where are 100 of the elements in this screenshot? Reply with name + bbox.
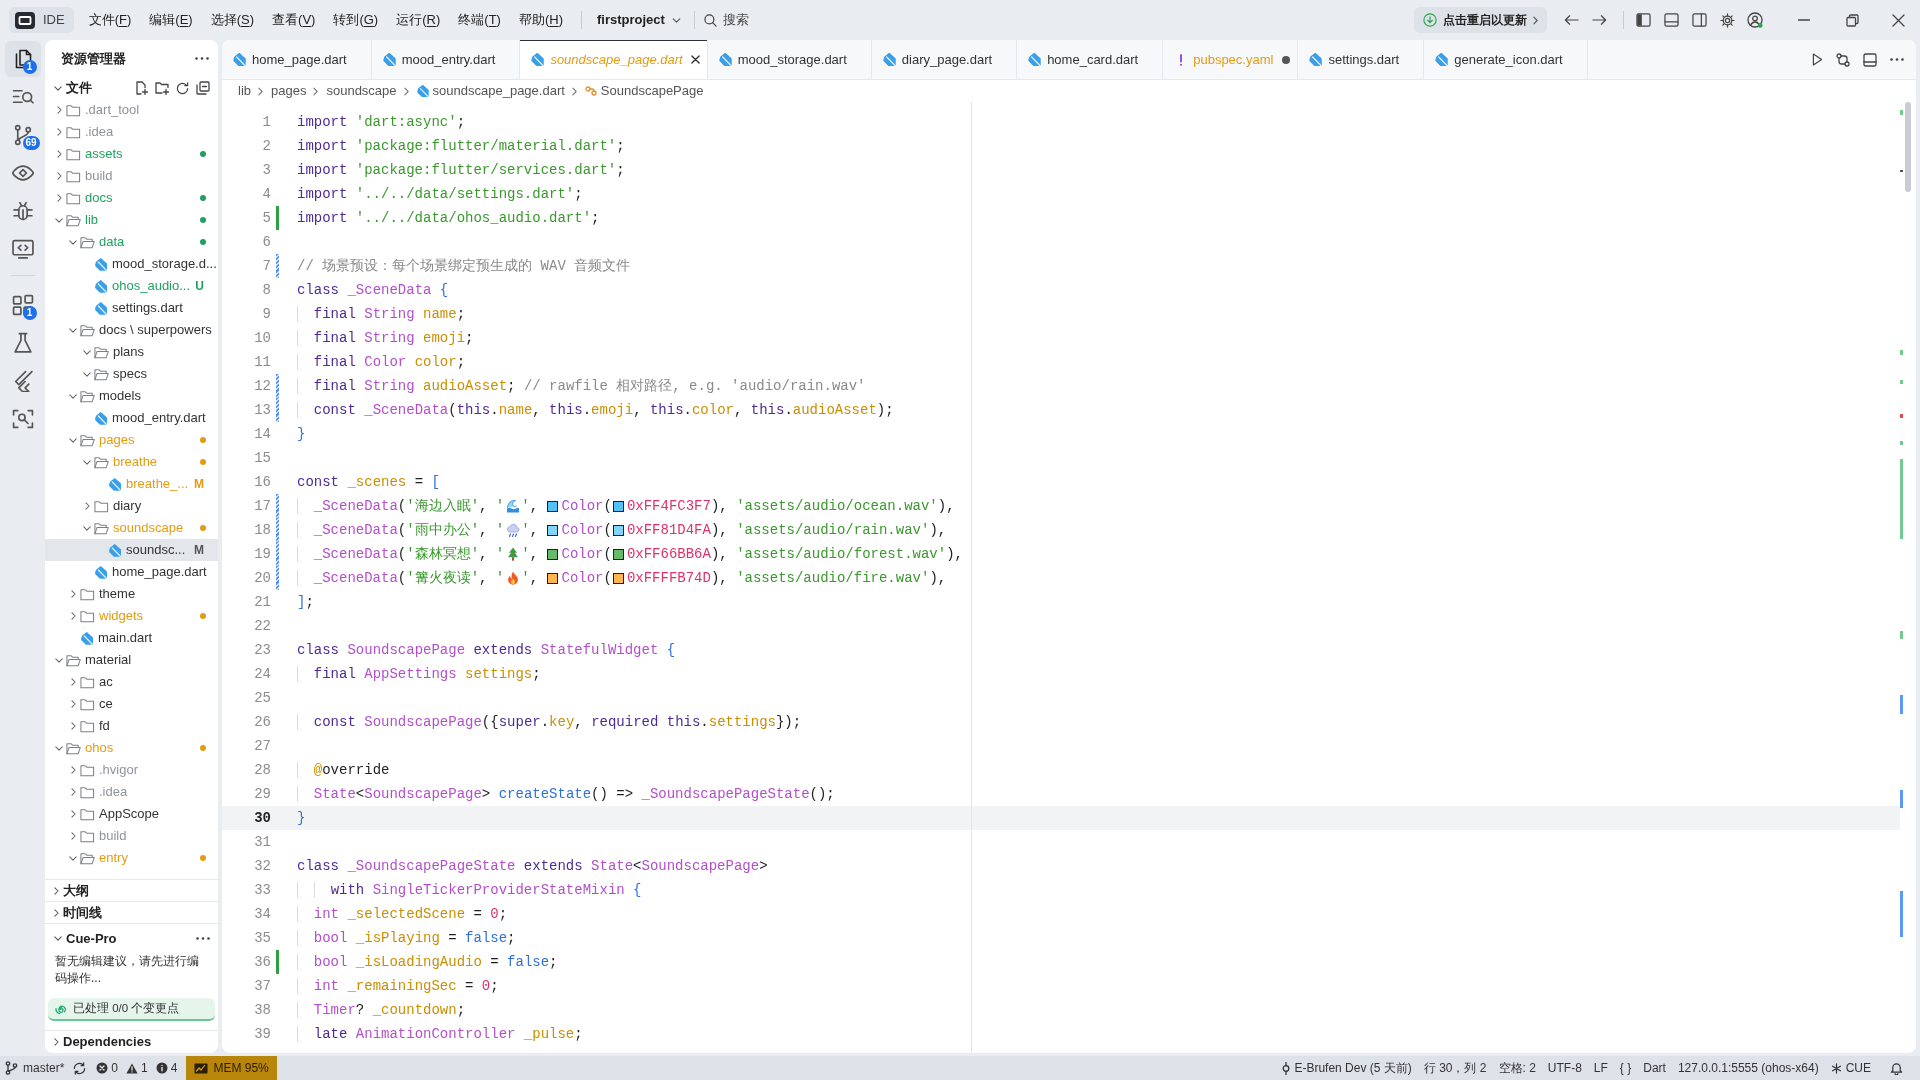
status-item[interactable]: E-Brufen Dev (5 天前) xyxy=(1276,1059,1418,1077)
search-button[interactable]: 搜索 xyxy=(703,10,749,30)
flask-icon[interactable] xyxy=(11,332,34,354)
extensions-icon[interactable] xyxy=(11,294,34,316)
settings-icon[interactable] xyxy=(1720,12,1735,28)
breadcrumb-item[interactable]: soundscape_page.dart xyxy=(416,81,565,101)
status-item[interactable]: UTF-8 xyxy=(1541,1059,1588,1077)
line-number: 17 xyxy=(253,496,271,516)
restore-icon[interactable] xyxy=(1846,13,1859,27)
problems-button[interactable]: 0 1 4 xyxy=(96,1059,178,1077)
eye-icon[interactable] xyxy=(11,162,34,184)
suggestion-message: 暂无编辑建议，请先进行编码操作... xyxy=(54,953,200,987)
editor-tab[interactable]: generate_icon.dart xyxy=(1424,40,1588,79)
collapse-all-icon[interactable] xyxy=(196,81,210,95)
project-switcher[interactable]: firstproject xyxy=(597,10,681,30)
tree-item[interactable]: settings.dart xyxy=(45,297,218,319)
line-number: 39 xyxy=(253,1024,271,1044)
section-header[interactable]: 时间线 xyxy=(54,902,102,923)
compare-changes-icon[interactable] xyxy=(1836,52,1850,67)
tree-item[interactable]: diary xyxy=(45,495,218,517)
menu-item[interactable]: 帮助(H) xyxy=(509,6,572,34)
editor-tab[interactable]: home_page.dart xyxy=(222,40,372,79)
status-item[interactable]: { } xyxy=(1613,1059,1638,1077)
more-icon[interactable] xyxy=(1890,58,1904,61)
code-text: 0xFF66BB6A), 'assets/audio/forest.wav'), xyxy=(626,544,963,564)
bell-icon[interactable] xyxy=(1890,1061,1903,1075)
account-icon[interactable] xyxy=(1747,12,1763,28)
tree-item[interactable]: main.dart xyxy=(45,627,218,649)
menu-item[interactable]: 编辑(E) xyxy=(140,6,202,34)
more-icon[interactable] xyxy=(195,57,209,60)
section-header[interactable]: Dependencies xyxy=(54,1031,152,1052)
app-menu-button[interactable]: IDE xyxy=(9,7,74,33)
close-icon[interactable] xyxy=(691,55,701,64)
breadcrumb-item[interactable]: lib xyxy=(238,81,251,101)
menu-item[interactable]: 文件(F) xyxy=(79,6,141,34)
refresh-icon[interactable] xyxy=(176,81,189,95)
status-item[interactable]: 空格: 2 xyxy=(1492,1059,1542,1077)
menu-item[interactable]: 选择(S) xyxy=(201,6,264,34)
breadcrumb-item[interactable]: pages xyxy=(271,81,307,101)
menu-item[interactable]: 查看(V) xyxy=(263,6,325,34)
back-arrow-icon[interactable] xyxy=(1564,14,1579,26)
files-icon[interactable] xyxy=(4,41,41,77)
editor-tab[interactable]: home_card.dart xyxy=(1017,40,1164,79)
section-header[interactable]: 文件 xyxy=(54,78,92,98)
tree-item[interactable]: theme xyxy=(45,583,218,605)
folder-icon xyxy=(66,191,81,205)
menu-item[interactable]: 运行(R) xyxy=(387,6,450,34)
editor-tab[interactable]: diary_page.dart xyxy=(871,40,1018,79)
tree-item[interactable]: docs \ superpowers xyxy=(45,319,218,341)
sync-icon[interactable] xyxy=(73,1061,87,1075)
line-number: 23 xyxy=(253,640,271,660)
editor-tab[interactable]: mood_storage.dart xyxy=(707,40,872,79)
editor-tab[interactable]: settings.dart xyxy=(1298,40,1425,79)
secondary-sidebar-toggle-icon[interactable] xyxy=(1692,13,1707,27)
scrollbar-thumb[interactable] xyxy=(1905,102,1911,192)
code-text: Color( xyxy=(561,496,612,516)
bug-icon[interactable] xyxy=(11,200,34,222)
processed-changes-button[interactable]: 已处理 0/0 个变更点 xyxy=(48,998,215,1021)
line-number: 38 xyxy=(253,1000,271,1020)
status-item[interactable]: LF xyxy=(1587,1059,1614,1077)
tree-item[interactable]: mood_storage.d... xyxy=(45,253,218,275)
tree-item[interactable]: ac xyxy=(45,671,218,693)
toggle-panel-icon[interactable] xyxy=(1863,52,1877,67)
code-line: const _SceneData(this.name, this.emoji, this.color, this.audioAsset); xyxy=(297,399,894,421)
code-text: _SceneData('雨中办公', ' xyxy=(297,519,505,541)
new-folder-icon[interactable] xyxy=(155,81,169,95)
menu-item[interactable]: 转到(G) xyxy=(324,6,388,34)
tree-item[interactable]: material xyxy=(45,649,218,671)
tree-item[interactable]: models xyxy=(45,385,218,407)
run-icon[interactable] xyxy=(1812,53,1823,66)
tree-item[interactable]: AppScope xyxy=(45,803,218,825)
panel-toggle-icon[interactable] xyxy=(1664,13,1679,27)
tree-item[interactable]: fd xyxy=(45,715,218,737)
menu-item[interactable]: 终端(T) xyxy=(449,6,510,34)
breadcrumb-item[interactable]: SoundscapePage xyxy=(584,81,704,101)
new-file-icon[interactable] xyxy=(134,81,148,95)
section-header[interactable]: 大纲 xyxy=(54,880,89,901)
tree-item[interactable]: soundsc... M xyxy=(45,539,218,561)
tree-item[interactable]: ce xyxy=(45,693,218,715)
tree-item[interactable]: plans xyxy=(45,341,218,363)
tree-item[interactable]: specs xyxy=(45,363,218,385)
folder-icon xyxy=(66,169,81,183)
section-header[interactable]: Cue-Pro xyxy=(54,928,117,949)
close-icon[interactable] xyxy=(1892,13,1905,27)
sidebar-toggle-icon[interactable] xyxy=(1636,13,1651,27)
status-item[interactable]: 127.0.0.1:5555 (ohos-x64) xyxy=(1671,1059,1825,1077)
memory-indicator[interactable]: MEM 95% xyxy=(186,1056,277,1080)
code-line: int _selectedScene = 0; xyxy=(297,903,508,925)
breadcrumb-item[interactable]: soundscape xyxy=(326,81,397,101)
update-button[interactable]: 点击重启以更新 xyxy=(1414,7,1547,33)
status-item[interactable]: 行 30，列 2 xyxy=(1417,1059,1493,1077)
tree-item[interactable]: home_page.dart xyxy=(45,561,218,583)
branch-button[interactable]: master* xyxy=(5,1059,65,1077)
scan-frame-icon[interactable] xyxy=(11,408,34,430)
forward-arrow-icon[interactable] xyxy=(1592,14,1607,26)
monitor-icon[interactable] xyxy=(11,238,34,260)
status-item[interactable]: Dart xyxy=(1637,1059,1672,1077)
status-item[interactable]: CUE xyxy=(1824,1059,1877,1077)
tree-item[interactable]: mood_entry.dart xyxy=(45,407,218,429)
more-icon[interactable] xyxy=(196,937,210,940)
